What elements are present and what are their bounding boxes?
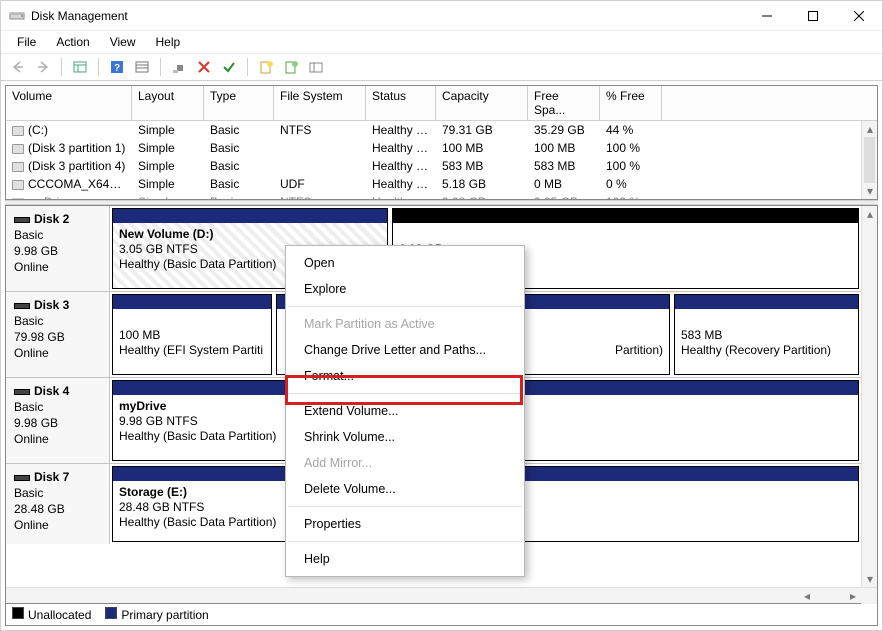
legend-primary: Primary partition (105, 607, 208, 622)
scrollbar-track[interactable] (862, 222, 877, 571)
table-row[interactable]: (Disk 3 partition 4) SimpleBasicHealthy … (6, 157, 861, 175)
volume-icon (12, 162, 24, 172)
volume-icon (12, 180, 24, 190)
scrollbar-track[interactable] (864, 137, 875, 183)
menu-add-mirror: Add Mirror... (286, 450, 524, 476)
settings-button[interactable] (168, 56, 190, 78)
forward-button[interactable] (32, 56, 54, 78)
scroll-down-icon[interactable]: ▾ (862, 571, 878, 587)
header-free[interactable]: Free Spa... (528, 86, 600, 120)
scroll-down-icon[interactable]: ▾ (862, 183, 878, 199)
window-title: Disk Management (31, 9, 744, 23)
new-icon[interactable] (255, 56, 277, 78)
header-volume[interactable]: Volume (6, 86, 132, 120)
menu-file[interactable]: File (7, 33, 46, 51)
disk-management-window: Disk Management File Action View Help ? (0, 0, 883, 631)
volume-icon (12, 198, 24, 199)
partition-recovery[interactable]: 583 MBHealthy (Recovery Partition) (674, 294, 859, 375)
header-blank (662, 86, 877, 120)
minimize-button[interactable] (744, 1, 790, 31)
menu-mark-active: Mark Partition as Active (286, 311, 524, 337)
disk-icon (14, 389, 30, 395)
volume-icon (12, 144, 24, 154)
menu-format[interactable]: Format... (286, 363, 524, 389)
volume-icon (12, 126, 24, 136)
help-button[interactable]: ? (106, 56, 128, 78)
volume-list-scrollbar[interactable]: ▴ ▾ (861, 121, 877, 199)
header-pct[interactable]: % Free (600, 86, 662, 120)
check-icon[interactable] (218, 56, 240, 78)
menu-action[interactable]: Action (46, 33, 99, 51)
scroll-up-icon[interactable]: ▴ (862, 206, 878, 222)
disk-icon (14, 217, 30, 223)
app-icon (9, 8, 25, 24)
header-fs[interactable]: File System (274, 86, 366, 120)
table-row[interactable]: myDrive SimpleBasicNTFSHealthy (B...9.98… (6, 193, 861, 199)
view-list-button[interactable] (131, 56, 153, 78)
disk-info[interactable]: Disk 4 Basic9.98 GBOnline (6, 378, 110, 463)
maximize-button[interactable] (790, 1, 836, 31)
header-status[interactable]: Status (366, 86, 436, 120)
header-capacity[interactable]: Capacity (436, 86, 528, 120)
disk-info[interactable]: Disk 2 Basic9.98 GBOnline (6, 206, 110, 291)
disk-icon (14, 475, 30, 481)
menu-help[interactable]: Help (146, 33, 191, 51)
context-menu: Open Explore Mark Partition as Active Ch… (285, 245, 525, 577)
scroll-up-icon[interactable]: ▴ (862, 121, 878, 137)
partition-efi[interactable]: 100 MBHealthy (EFI System Partiti (112, 294, 272, 375)
disk-info[interactable]: Disk 3 Basic79.98 GBOnline (6, 292, 110, 377)
menu-properties[interactable]: Properties (286, 511, 524, 537)
partition-bar (113, 209, 387, 223)
partition-bar (675, 295, 858, 309)
disk-info[interactable]: Disk 7 Basic28.48 GBOnline (6, 464, 110, 544)
titlebar: Disk Management (1, 1, 882, 31)
legend: Unallocated Primary partition (5, 604, 878, 626)
menubar: File Action View Help (1, 31, 882, 53)
table-row[interactable]: (C:) SimpleBasicNTFSHealthy (B...79.31 G… (6, 121, 861, 139)
table-header: Volume Layout Type File System Status Ca… (6, 86, 877, 121)
show-hide-button[interactable] (69, 56, 91, 78)
legend-unallocated: Unallocated (12, 607, 91, 622)
disk-map-hscrollbar[interactable]: ◂ ▸ (6, 587, 877, 603)
volume-list: Volume Layout Type File System Status Ca… (5, 85, 878, 200)
disk-map-scrollbar[interactable]: ▴ ▾ (861, 206, 877, 587)
menu-delete-volume[interactable]: Delete Volume... (286, 476, 524, 502)
close-button[interactable] (836, 1, 882, 31)
svg-text:?: ? (114, 63, 120, 74)
menu-explore[interactable]: Explore (286, 276, 524, 302)
disk-icon (14, 303, 30, 309)
view-options-button[interactable] (305, 56, 327, 78)
partition-bar (393, 209, 858, 223)
header-layout[interactable]: Layout (132, 86, 204, 120)
table-row[interactable]: (Disk 3 partition 1) SimpleBasicHealthy … (6, 139, 861, 157)
menu-change-letter[interactable]: Change Drive Letter and Paths... (286, 337, 524, 363)
scroll-left-icon[interactable]: ◂ (799, 588, 815, 604)
header-type[interactable]: Type (204, 86, 274, 120)
menu-view[interactable]: View (100, 33, 146, 51)
menu-shrink-volume[interactable]: Shrink Volume... (286, 424, 524, 450)
menu-extend-volume[interactable]: Extend Volume... (286, 398, 524, 424)
delete-icon[interactable] (193, 56, 215, 78)
back-button[interactable] (7, 56, 29, 78)
menu-help[interactable]: Help (286, 546, 524, 572)
scroll-right-icon[interactable]: ▸ (845, 588, 861, 604)
table-row[interactable]: CCCOMA_X64FRE... SimpleBasicUDFHealthy (… (6, 175, 861, 193)
menu-open[interactable]: Open (286, 250, 524, 276)
toolbar: ? (1, 53, 882, 81)
partition-bar (113, 295, 271, 309)
new2-icon[interactable] (280, 56, 302, 78)
